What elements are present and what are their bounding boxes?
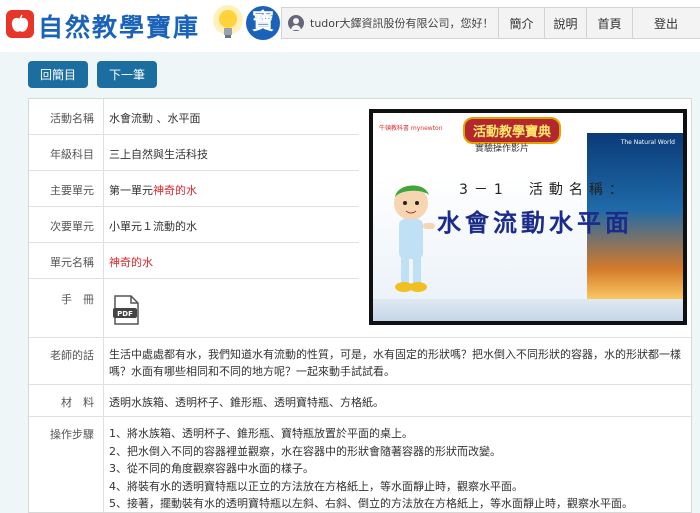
label-unit-name: 單元名稱: [50, 256, 94, 269]
logo-badge: 寶: [246, 6, 280, 40]
row-activity-name: 活動名稱 水會流動 、水平面: [29, 99, 359, 135]
nav-logout[interactable]: 登出: [633, 8, 699, 38]
activity-detail-table: 活動名稱 水會流動 、水平面 年級科目 三上自然與生活科技 主要單元 第一單元神…: [28, 98, 692, 513]
back-to-list-button[interactable]: 回簡目: [28, 61, 88, 88]
row-handbook: 手 冊: [29, 279, 359, 337]
site-logo-text[interactable]: 自然教學寶庫: [38, 8, 200, 44]
video-activity-number: 3－1 活動名稱：: [459, 182, 629, 198]
lightbulb-icon: [213, 5, 243, 38]
step-item: 3、從不同的角度觀察容器中水面的樣子。: [109, 462, 314, 475]
value-activity-name: 水會流動 、水平面: [109, 112, 201, 125]
greeting-text: tudor大鐸資訊股份有限公司，您好！: [310, 17, 494, 30]
row-steps: 操作步驟 1、將水族箱、透明杯子、錐形瓶、寶特瓶放置於平面的桌上。 2、把水倒入…: [29, 417, 691, 513]
video-player[interactable]: 牛頓教科書 mynewton 活動教學寶典 實驗操作影片 The Natural…: [369, 109, 687, 325]
user-icon: [288, 15, 304, 31]
main-unit-link[interactable]: 神奇的水: [153, 184, 197, 197]
step-item: 4、將裝有水的透明寶特瓶以正立的方法放在方格紙上，等水面靜止時，觀察水平面。: [109, 479, 523, 493]
row-unit-name: 單元名稱 神奇的水: [29, 243, 359, 279]
row-grade-subject: 年級科目 三上自然與生活科技: [29, 135, 359, 171]
value-teacher-notes: 生活中處處都有水，我們知道水有流動的性質，可是，水有固定的形狀嗎？把水倒入不同形…: [109, 348, 681, 378]
row-materials: 材 料 透明水族箱、透明杯子、錐形瓶、透明寶特瓶、方格紙。: [29, 385, 691, 417]
label-materials: 材 料: [61, 396, 94, 409]
label-grade-subject: 年級科目: [50, 148, 94, 161]
row-teacher-notes: 老師的話 生活中處處都有水，我們知道水有流動的性質，可是，水有固定的形狀嗎？把水…: [29, 337, 691, 385]
pdf-icon-label: PDF: [117, 310, 133, 318]
user-greeting: tudor大鐸資訊股份有限公司，您好！: [282, 8, 499, 38]
label-main-unit: 主要單元: [50, 184, 94, 197]
nav-help[interactable]: 說明: [545, 8, 587, 38]
next-record-button[interactable]: 下一筆: [97, 61, 157, 88]
unit-name-link[interactable]: 神奇的水: [109, 254, 153, 270]
row-sub-unit: 次要單元 小單元１流動的水: [29, 207, 359, 243]
value-sub-unit: 小單元１流動的水: [109, 220, 197, 233]
top-navigation: tudor大鐸資訊股份有限公司，您好！ 簡介 說明 首頁 登出: [281, 7, 700, 39]
step-item: 5、接著，擺動裝有水的透明寶特瓶以左斜、右斜、倒立的方法放在方格紙上，等水面靜止…: [109, 497, 633, 510]
step-item: 2、把水倒入不同的容器裡並觀察，水在容器中的形狀會隨著容器的形狀而改變。: [109, 444, 501, 458]
row-main-unit: 主要單元 第一單元神奇的水: [29, 171, 359, 207]
label-handbook: 手 冊: [61, 293, 94, 306]
value-grade-subject: 三上自然與生活科技: [109, 148, 208, 161]
video-thumbnail: 牛頓教科書 mynewton 活動教學寶典 實驗操作影片 The Natural…: [373, 113, 683, 321]
label-steps: 操作步驟: [50, 428, 94, 441]
video-banner-subtitle: 實驗操作影片: [475, 144, 530, 154]
nature-image-caption: The Natural World: [620, 139, 675, 146]
publisher-brand: 牛頓教科書 mynewton: [379, 125, 443, 132]
main-unit-prefix: 第一單元: [109, 184, 153, 197]
pdf-file-icon[interactable]: PDF: [111, 295, 141, 325]
steps-list: 1、將水族箱、透明杯子、錐形瓶、寶特瓶放置於平面的桌上。 2、把水倒入不同的容器…: [109, 425, 689, 513]
value-main-unit: 第一單元神奇的水: [109, 182, 197, 198]
label-teacher-notes: 老師的話: [50, 349, 94, 362]
nav-intro[interactable]: 簡介: [499, 8, 545, 38]
step-item: 1、將水族箱、透明杯子、錐形瓶、寶特瓶放置於平面的桌上。: [109, 427, 413, 440]
label-activity-name: 活動名稱: [50, 112, 94, 125]
label-sub-unit: 次要單元: [50, 220, 94, 233]
video-activity-title: 水會流動水平面: [437, 208, 633, 237]
value-materials: 透明水族箱、透明杯子、錐形瓶、透明寶特瓶、方格紙。: [109, 396, 384, 409]
nav-home[interactable]: 首頁: [587, 8, 633, 38]
apple-logo-icon[interactable]: [6, 10, 34, 38]
site-header: 自然教學寶庫 寶 tudor大鐸資訊股份有限公司，您好！ 簡介 說明 首頁 登出: [0, 0, 700, 52]
cartoon-child-icon: [394, 185, 435, 292]
ground-strip: [373, 299, 683, 321]
video-banner-title: 活動教學寶典: [463, 117, 562, 144]
